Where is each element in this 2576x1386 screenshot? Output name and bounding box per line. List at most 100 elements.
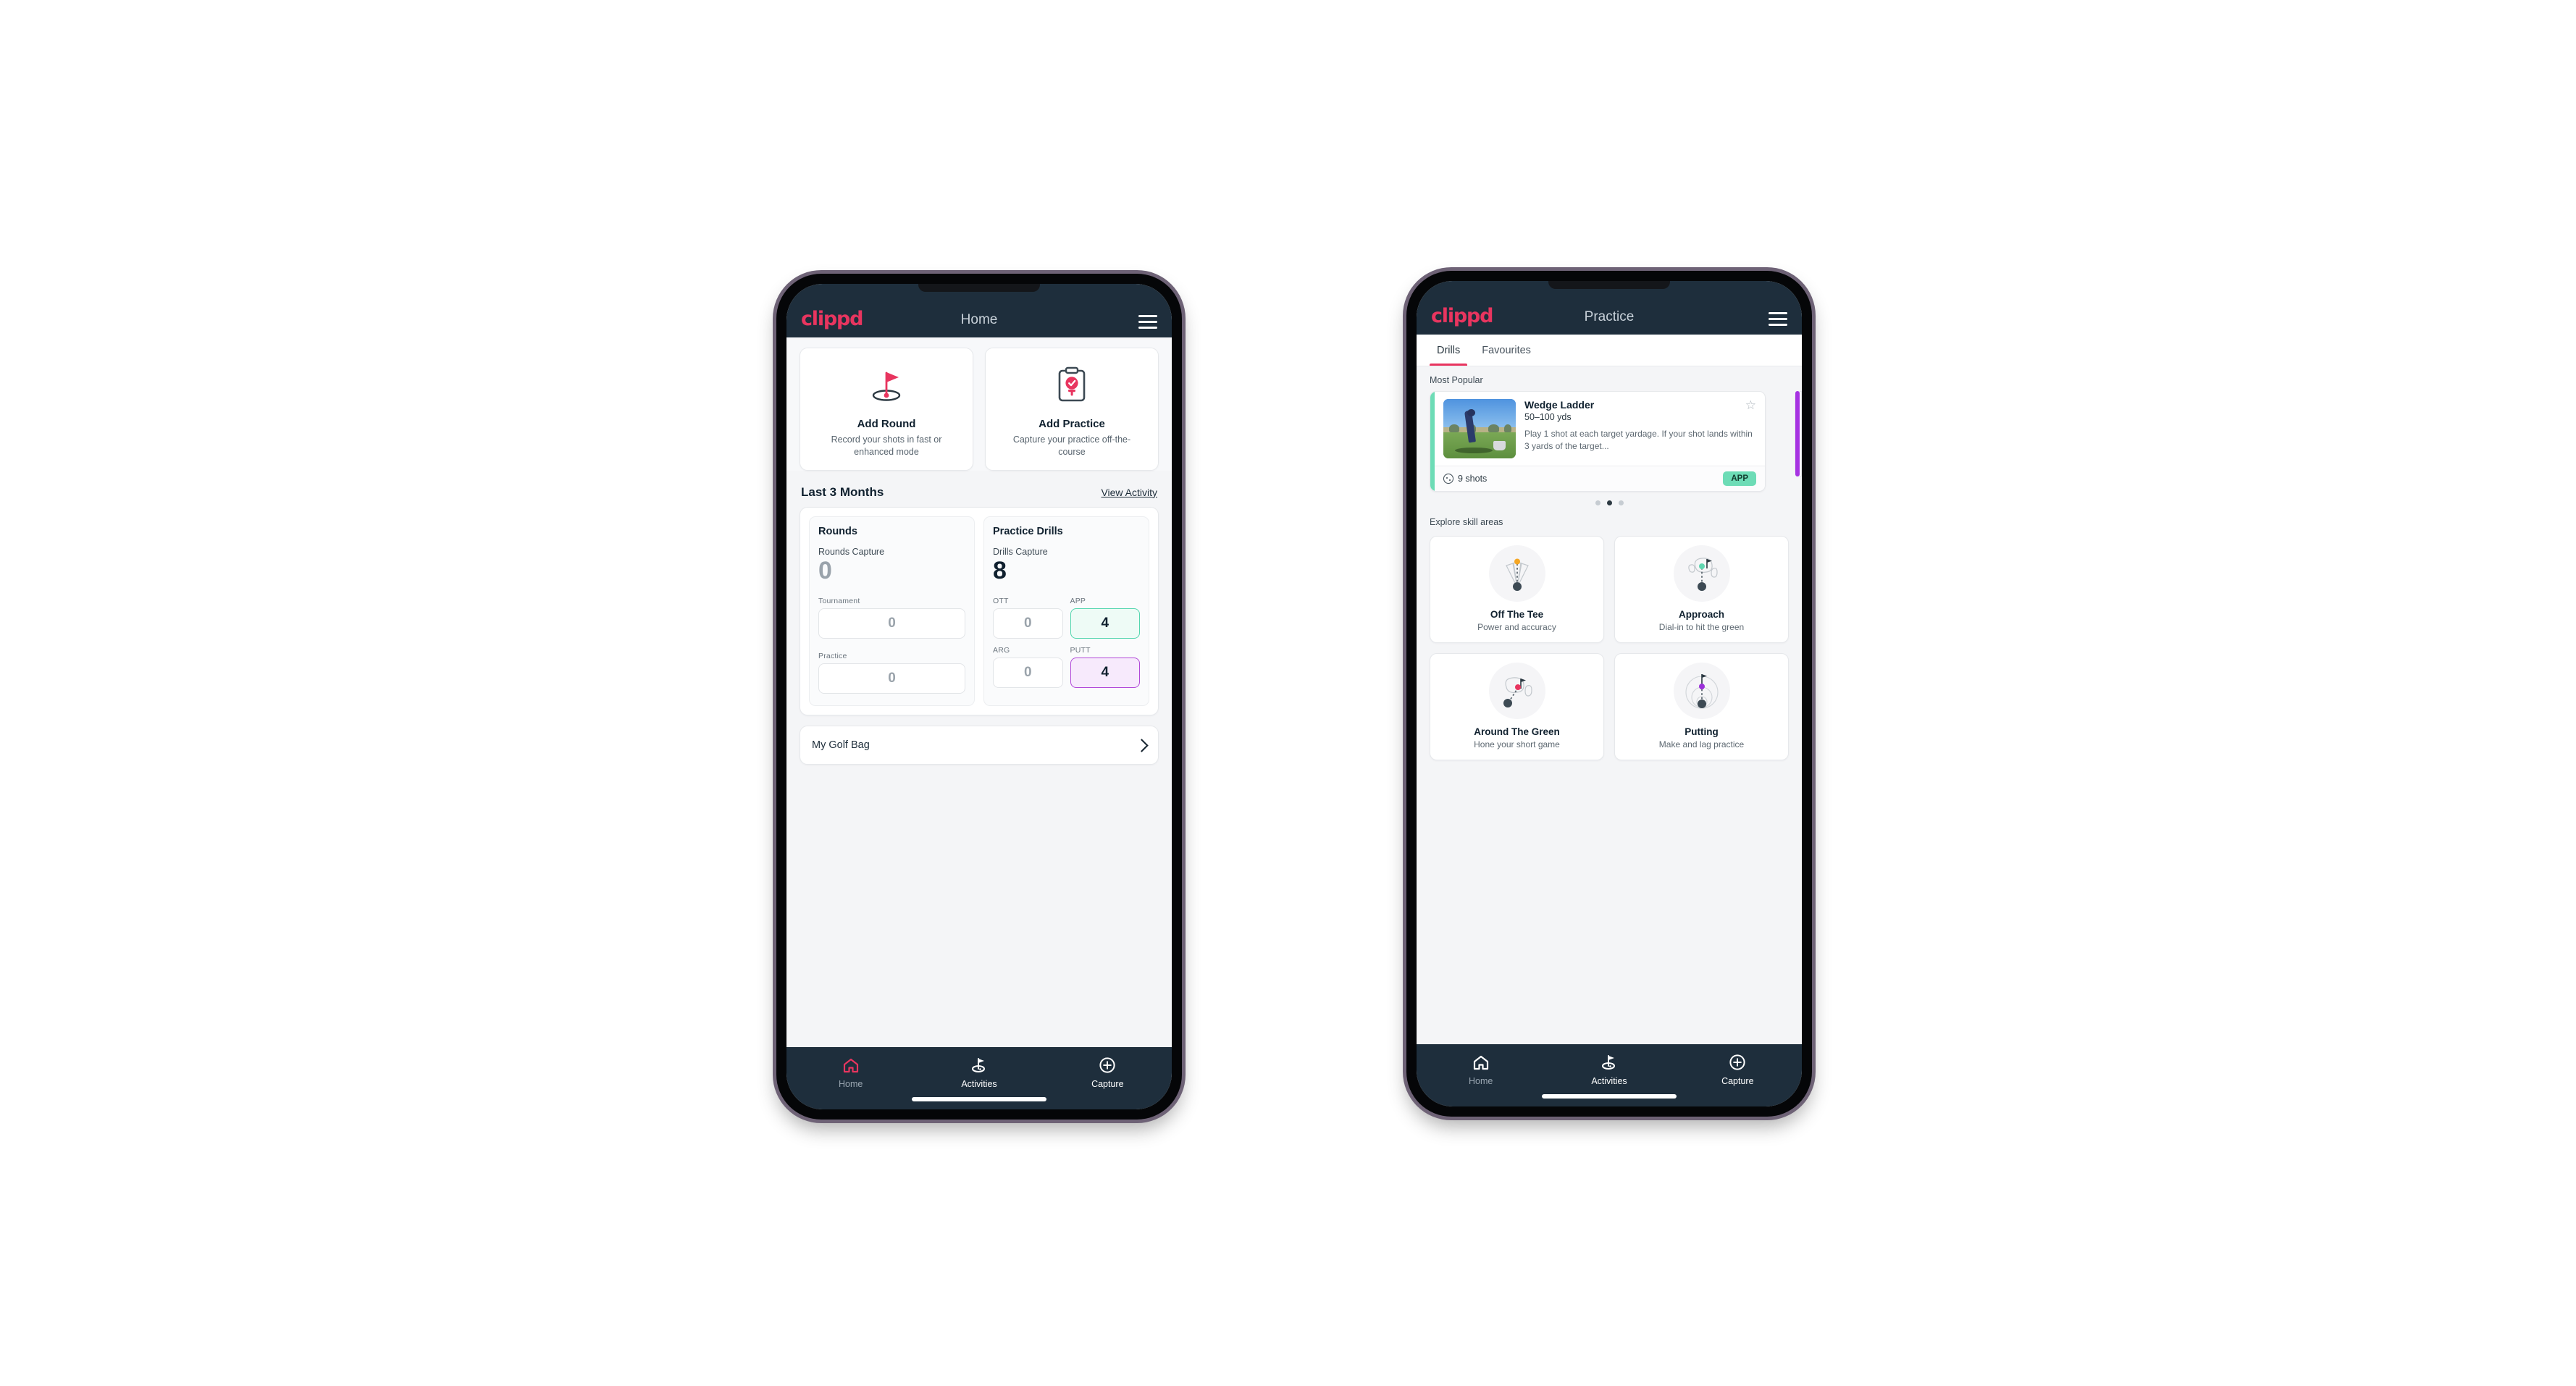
practice-body: Most Popular Wedge Ladder 50–100 yds ☆ P…: [1417, 366, 1802, 1044]
putt-label: PUTT: [1070, 646, 1091, 655]
star-outline-icon[interactable]: ☆: [1745, 399, 1756, 411]
clipboard-check-icon: [1054, 363, 1090, 408]
add-practice-card[interactable]: Add Practice Capture your practice off-t…: [985, 348, 1159, 471]
golf-flag-icon: [1600, 1053, 1618, 1072]
drills-stat-column: Practice Drills Drills Capture 8 OTT 0 A…: [983, 516, 1149, 707]
nav-item-activities[interactable]: Activities: [915, 1056, 1043, 1089]
device-notch: [1548, 281, 1670, 289]
nav-item-activities[interactable]: Activities: [1545, 1053, 1673, 1086]
nav-item-home[interactable]: Home: [1417, 1053, 1545, 1086]
add-round-card[interactable]: Add Round Record your shots in fast or e…: [800, 348, 973, 471]
tab-favourites[interactable]: Favourites: [1474, 335, 1538, 366]
ott-value[interactable]: 0: [993, 608, 1063, 639]
arg-label: ARG: [993, 646, 1010, 655]
golf-ball-icon: [1443, 474, 1453, 484]
nav-label-home: Home: [1468, 1076, 1493, 1086]
home-icon: [842, 1056, 860, 1075]
skill-name: Around The Green: [1474, 726, 1560, 737]
home-indicator: [912, 1097, 1046, 1101]
drill-thumbnail: [1443, 399, 1516, 458]
app-label: APP: [1070, 597, 1086, 606]
explore-skill-areas-label: Explore skill areas: [1430, 517, 1503, 527]
skill-card-around-the-green[interactable]: Around The Green Hone your short game: [1430, 653, 1604, 760]
tournament-value[interactable]: 0: [818, 608, 965, 639]
nav-label-capture: Capture: [1721, 1076, 1754, 1086]
add-practice-title: Add Practice: [1039, 418, 1105, 430]
clippd-logo[interactable]: clippd: [801, 309, 864, 329]
golf-flag-hole-icon: [866, 363, 907, 408]
carousel-dot-active[interactable]: [1606, 500, 1612, 505]
my-golf-bag-row[interactable]: My Golf Bag: [800, 726, 1159, 765]
device-notch: [918, 284, 1040, 292]
putt-value[interactable]: 4: [1070, 658, 1140, 689]
nav-item-home[interactable]: Home: [786, 1056, 915, 1089]
home-screen: clippd Home Add Round Record your shots …: [786, 284, 1172, 1109]
nav-label-activities: Activities: [961, 1079, 997, 1089]
carousel-dot[interactable]: [1618, 500, 1624, 505]
drill-distance: 50–100 yds: [1524, 412, 1572, 422]
skill-sub: Hone your short game: [1474, 739, 1560, 749]
skill-name: Putting: [1685, 726, 1719, 737]
section-title: Last 3 Months: [801, 484, 884, 499]
carousel-dot[interactable]: [1595, 500, 1600, 505]
skill-card-off-the-tee[interactable]: Off The Tee Power and accuracy: [1430, 536, 1604, 643]
plus-circle-icon: [1099, 1056, 1116, 1075]
arg-value[interactable]: 0: [993, 658, 1063, 689]
rounds-stat-column: Rounds Rounds Capture 0 Tournament 0 Pra…: [809, 516, 975, 707]
hamburger-icon[interactable]: [1769, 312, 1787, 326]
drill-description: Play 1 shot at each target yardage. If y…: [1524, 429, 1753, 452]
rounds-capture-label: Rounds Capture: [818, 546, 885, 557]
skill-areas-grid: Off The Tee Power and accuracy Approach …: [1417, 533, 1802, 760]
drill-category-grid: OTT 0 APP 4 ARG 0 PUTT 4: [993, 597, 1140, 689]
drill-category-tag: APP: [1723, 471, 1756, 486]
tournament-field: Tournament 0: [818, 597, 965, 639]
drill-card-footer: 9 shots APP: [1430, 466, 1765, 491]
drill-accent-strip: [1430, 392, 1435, 491]
ott-field: OTT 0: [993, 597, 1063, 639]
drills-heading: Practice Drills: [993, 525, 1063, 537]
home-app-bar: clippd Home: [786, 284, 1172, 337]
skill-sub: Dial-in to hit the green: [1658, 622, 1745, 632]
drill-meta: Wedge Ladder 50–100 yds ☆ Play 1 shot at…: [1524, 399, 1756, 458]
add-practice-subtitle: Capture your practice off-the-course: [1012, 434, 1131, 457]
stats-panel: Rounds Rounds Capture 0 Tournament 0 Pra…: [800, 506, 1159, 716]
next-drill-accent-strip: [1795, 391, 1800, 476]
view-activity-link[interactable]: View Activity: [1101, 487, 1157, 498]
drill-card-wedge-ladder[interactable]: Wedge Ladder 50–100 yds ☆ Play 1 shot at…: [1430, 391, 1766, 492]
drills-capture-label: Drills Capture: [993, 546, 1048, 557]
home-body: Add Round Record your shots in fast or e…: [786, 337, 1172, 1047]
practice-screen: clippd Practice Drills Favourites Most P…: [1417, 281, 1802, 1106]
phone-mockup-practice: clippd Practice Drills Favourites Most P…: [1406, 271, 1812, 1117]
nav-item-capture[interactable]: Capture: [1674, 1053, 1802, 1086]
practice-tabs: Drills Favourites: [1417, 335, 1802, 366]
chevron-right-icon: [1135, 739, 1149, 752]
last-3-months-header: Last 3 Months View Activity: [786, 471, 1172, 507]
carousel-dots[interactable]: [1417, 492, 1802, 508]
arg-field: ARG 0: [993, 646, 1063, 689]
skill-name: Off The Tee: [1490, 609, 1544, 620]
nav-item-capture[interactable]: Capture: [1044, 1056, 1172, 1089]
drill-title: Wedge Ladder: [1524, 399, 1595, 411]
drill-shots-label: 9 shots: [1458, 474, 1488, 484]
skill-sub: Make and lag practice: [1658, 739, 1745, 749]
tournament-label: Tournament: [818, 597, 860, 606]
tab-drills[interactable]: Drills: [1430, 335, 1468, 366]
drill-carousel[interactable]: Wedge Ladder 50–100 yds ☆ Play 1 shot at…: [1417, 391, 1802, 492]
skill-card-putting[interactable]: Putting Make and lag practice: [1614, 653, 1789, 760]
skill-card-approach[interactable]: Approach Dial-in to hit the green: [1614, 536, 1789, 643]
add-round-title: Add Round: [857, 418, 916, 430]
chip-green-icon: [1488, 663, 1545, 719]
drills-capture-value: 8: [993, 556, 1007, 584]
rounds-capture-value: 0: [818, 556, 832, 584]
app-field: APP 4: [1070, 597, 1140, 639]
app-value[interactable]: 4: [1070, 608, 1140, 639]
drill-card-top: Wedge Ladder 50–100 yds ☆ Play 1 shot at…: [1430, 392, 1765, 466]
home-bottom-nav: Home Activities Capture: [786, 1047, 1172, 1109]
ott-label: OTT: [993, 597, 1009, 606]
practice-app-bar: clippd Practice: [1417, 281, 1802, 335]
practice-value[interactable]: 0: [818, 663, 965, 694]
approach-green-icon: [1673, 545, 1730, 602]
clippd-logo[interactable]: clippd: [1431, 306, 1494, 326]
most-popular-label: Most Popular: [1430, 375, 1483, 385]
hamburger-icon[interactable]: [1138, 315, 1157, 329]
